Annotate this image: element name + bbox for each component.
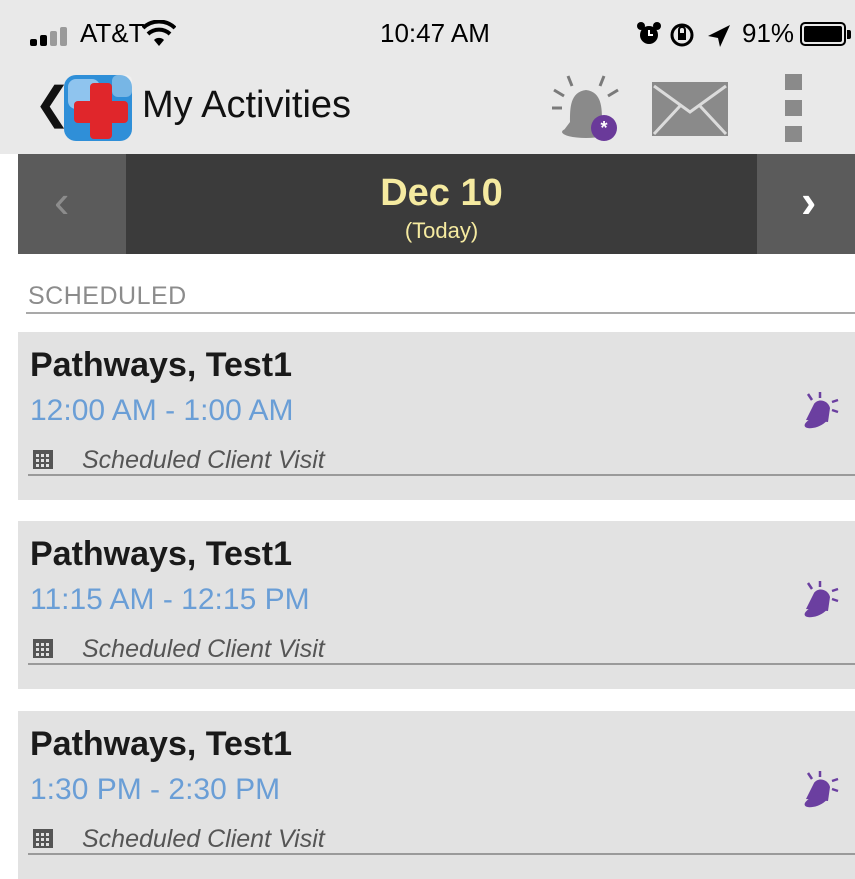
calendar-grid-icon	[33, 829, 53, 848]
app-logo-icon	[64, 75, 132, 141]
chevron-right-icon: ›	[801, 175, 817, 227]
section-header: SCHEDULED	[28, 282, 187, 310]
battery-percent: 91%	[742, 18, 795, 48]
current-date: Dec 10	[380, 172, 503, 214]
card-divider	[28, 663, 855, 665]
battery-icon	[800, 22, 851, 46]
calendar-grid-icon	[33, 450, 53, 469]
section-divider	[26, 312, 855, 314]
activity-time: 1:30 PM - 2:30 PM	[30, 773, 281, 806]
activity-type: Scheduled Client Visit	[82, 825, 325, 853]
chevron-left-icon: ‹	[54, 175, 70, 227]
client-name: Pathways, Test1	[30, 725, 293, 763]
activity-type: Scheduled Client Visit	[82, 446, 325, 474]
activity-time: 11:15 AM - 12:15 PM	[30, 583, 310, 616]
activity-time: 12:00 AM - 1:00 AM	[30, 394, 294, 427]
client-name: Pathways, Test1	[30, 346, 293, 384]
svg-text:*: *	[600, 118, 607, 138]
status-icons	[637, 22, 730, 47]
client-name: Pathways, Test1	[30, 535, 293, 573]
mail-icon[interactable]	[650, 80, 730, 138]
alarm-bell-icon[interactable]	[800, 390, 840, 430]
alarm-bell-icon[interactable]	[800, 579, 840, 619]
notification-bell-icon[interactable]: *	[548, 72, 624, 144]
alarm-clock-icon	[637, 22, 661, 44]
previous-day-button[interactable]: ‹	[18, 154, 126, 254]
date-navigator: ‹ Dec 10 (Today) ›	[18, 154, 855, 254]
activity-card[interactable]: Pathways, Test1 12:00 AM - 1:00 AM Sched…	[18, 332, 855, 500]
more-vertical-icon[interactable]	[778, 74, 808, 144]
location-icon	[708, 25, 730, 47]
rotation-lock-icon	[670, 23, 694, 47]
date-subtitle: (Today)	[404, 218, 479, 243]
activity-card[interactable]: Pathways, Test1 11:15 AM - 12:15 PM Sche…	[18, 521, 855, 689]
carrier-label: AT&T	[80, 18, 145, 48]
calendar-grid-icon	[33, 639, 53, 658]
next-day-button[interactable]: ›	[757, 154, 855, 254]
card-divider	[28, 853, 855, 855]
status-time: 10:47 AM	[380, 18, 490, 48]
card-divider	[28, 474, 855, 476]
app-header: ❮ My Activities *	[0, 68, 855, 154]
activity-type: Scheduled Client Visit	[82, 635, 325, 663]
signal-icon	[30, 26, 74, 46]
alarm-bell-icon[interactable]	[800, 769, 840, 809]
wifi-icon	[142, 20, 176, 46]
activity-card[interactable]: Pathways, Test1 1:30 PM - 2:30 PM Schedu…	[18, 711, 855, 879]
page-title: My Activities	[142, 84, 352, 126]
status-bar: AT&T 10:47 AM 91%	[0, 0, 855, 68]
